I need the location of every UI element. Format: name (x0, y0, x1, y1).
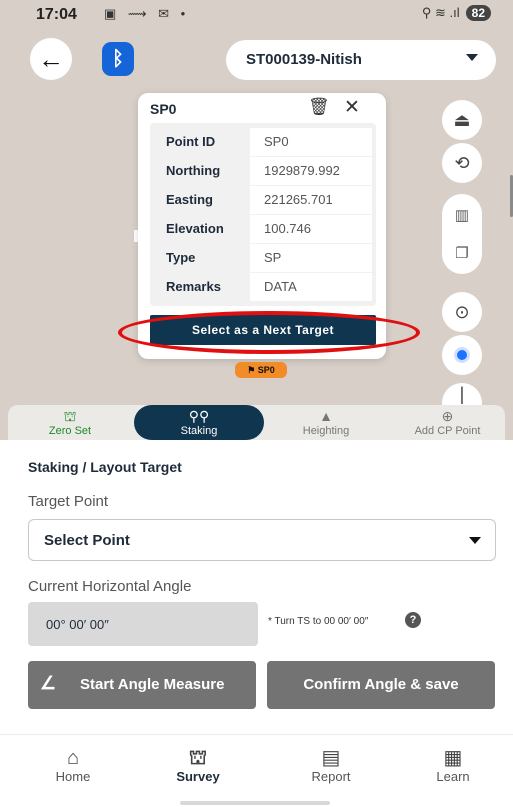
tab-zero-set[interactable]: ⛫ Zero Set (8, 405, 132, 440)
detail-row: Point ID SP0 (150, 128, 376, 156)
chevron-down-icon (466, 54, 478, 61)
nav-label: Report (311, 769, 351, 784)
highlight-annotation (118, 311, 420, 354)
help-icon[interactable]: ? (405, 612, 421, 628)
back-button[interactable]: ← (30, 38, 72, 80)
nav-label: Learn (436, 769, 470, 784)
start-angle-measure-button[interactable]: ∠ Start Angle Measure (28, 661, 256, 709)
home-icon: ⌂ (66, 747, 80, 769)
section-title: Staking / Layout Target (28, 459, 182, 475)
chevron-down-icon (469, 537, 481, 544)
detail-value: 221265.701 (250, 186, 372, 214)
detail-row: Remarks DATA (150, 273, 376, 301)
angle-display: 00° 00′ 00″ (28, 602, 258, 646)
detail-row: Elevation 100.746 (150, 215, 376, 243)
detail-value: SP (250, 244, 372, 272)
detail-row: Easting 221265.701 (150, 186, 376, 214)
tab-label: Zero Set (48, 425, 92, 437)
detail-label: Northing (166, 163, 221, 178)
layers-up-button[interactable]: ⏏ (442, 100, 482, 140)
detail-value: DATA (250, 273, 372, 301)
nav-survey[interactable]: ⛫ Survey (153, 747, 243, 784)
staking-icon: ⚲⚲ (188, 408, 210, 424)
map-tools-group: ▥ ❐ (442, 194, 482, 274)
heighting-icon: ▲ (319, 408, 333, 424)
rotate-button[interactable]: ⟲ (442, 143, 482, 183)
tab-heighting[interactable]: ▲ Heighting (264, 405, 388, 440)
point-marker[interactable]: ⚑ SP0 (235, 362, 287, 378)
divider (0, 734, 513, 735)
tab-add-cp-point[interactable]: ⊕ Add CP Point (390, 405, 505, 440)
detail-value: 100.746 (250, 215, 372, 243)
tab-label: Staking (180, 425, 218, 437)
close-icon[interactable]: ✕ (344, 96, 360, 119)
notification-icons: ▣ ⟿ ✉ • (104, 6, 190, 21)
search-icon: ⊙ (454, 301, 470, 322)
detail-value: SP0 (250, 128, 372, 156)
device-name: ST000139-Nitish (246, 51, 362, 68)
add-point-icon: ⊕ (441, 408, 454, 424)
zoom-icon: | (459, 383, 465, 404)
nav-report[interactable]: ▤ Report (286, 747, 376, 784)
angle-value: 00° 00′ 00″ (46, 617, 109, 632)
status-right: ⚲ ≋ .ıl 82 (422, 5, 491, 21)
detail-label: Remarks (166, 279, 221, 294)
angle-icon: ∠ (40, 673, 57, 693)
search-map-button[interactable]: ⊙ (442, 292, 482, 332)
battery-icon: 82 (465, 5, 491, 21)
bluetooth-icon: ᛒ (112, 47, 124, 70)
marker-label: SP0 (257, 365, 275, 375)
nav-learn[interactable]: ▦ Learn (408, 747, 498, 784)
tab-staking[interactable]: ⚲⚲ Staking (134, 405, 264, 440)
button-label: Start Angle Measure (80, 676, 225, 693)
home-indicator[interactable] (180, 801, 330, 805)
survey-icon: ⛫ (188, 747, 208, 769)
status-time: 17:04 (36, 6, 77, 23)
point-details-table: Point ID SP0 Northing 1929879.992 Eastin… (150, 123, 376, 306)
connectivity-icons: ⚲ ≋ .ıl (421, 5, 460, 20)
bluetooth-button[interactable]: ᛒ (102, 42, 134, 76)
angle-label: Current Horizontal Angle (28, 578, 192, 595)
detail-label: Type (166, 250, 196, 265)
target-point-label: Target Point (28, 493, 109, 510)
location-dot-icon (454, 347, 470, 363)
mode-tabs: ⛫ Zero Set ⚲⚲ Staking ▲ Heighting ⊕ Add … (8, 405, 505, 440)
flag-icon: ⚑ (247, 365, 258, 375)
arrow-left-icon: ← (38, 43, 64, 74)
detail-label: Elevation (166, 221, 224, 236)
location-button[interactable] (442, 335, 482, 375)
device-dropdown[interactable]: ST000139-Nitish (226, 40, 496, 80)
popup-title: SP0 (150, 101, 177, 117)
detail-row: Northing 1929879.992 (150, 157, 376, 185)
tripod-icon: ⛫ (63, 408, 77, 424)
rotate-icon: ⟲ (454, 152, 470, 173)
nav-label: Survey (176, 769, 220, 784)
tab-label: Add CP Point (414, 425, 481, 437)
trash-icon[interactable]: 🗑 (308, 97, 330, 117)
map-icon[interactable]: ▥ (442, 206, 482, 224)
detail-label: Easting (166, 192, 213, 207)
detail-label: Point ID (166, 134, 216, 149)
detail-row: Type SP (150, 244, 376, 272)
layers-up-icon: ⏏ (453, 109, 471, 130)
report-icon: ▤ (321, 747, 341, 769)
target-point-dropdown[interactable]: Select Point (28, 519, 496, 561)
angle-hint: * Turn TS to 00 00′ 00″ (268, 616, 369, 627)
detail-value: 1929879.992 (250, 157, 372, 185)
status-bar: 17:04 ▣ ⟿ ✉ • ⚲ ≋ .ıl 82 (0, 0, 513, 30)
nav-home[interactable]: ⌂ Home (28, 747, 118, 784)
nav-label: Home (55, 769, 91, 784)
copy-layers-icon[interactable]: ❐ (442, 244, 482, 262)
tab-label: Heighting (302, 425, 350, 437)
target-point-value: Select Point (44, 532, 130, 549)
confirm-angle-save-button[interactable]: Confirm Angle & save (267, 661, 495, 709)
learn-icon: ▦ (443, 747, 463, 769)
